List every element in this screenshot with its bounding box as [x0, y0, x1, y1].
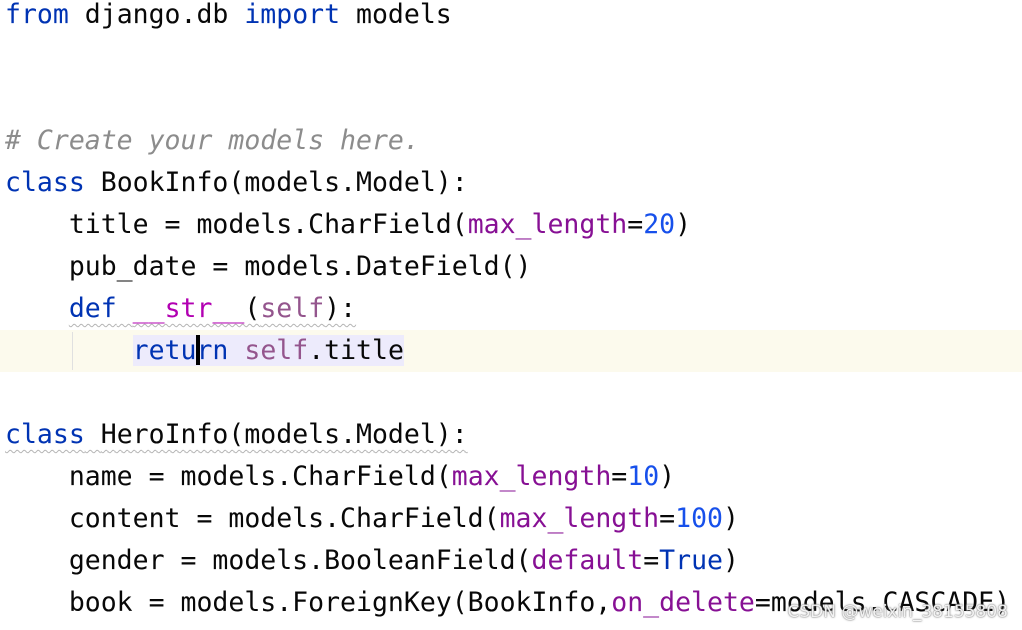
- class-declaration: BookInfo(models.Model):: [84, 167, 468, 198]
- number-literal: 100: [675, 503, 723, 534]
- keyword-argument: on_delete: [611, 587, 755, 618]
- code-line-14[interactable]: gender = models.BooleanField(default=Tru…: [5, 540, 739, 582]
- number-literal: 10: [627, 461, 660, 492]
- code-line-5[interactable]: class BookInfo(models.Model):: [5, 162, 468, 204]
- field-assignment: gender = models.BooleanField(: [5, 545, 532, 576]
- close-paren: ): [659, 461, 676, 492]
- code-line-4[interactable]: # Create your models here.: [5, 120, 420, 162]
- code-line-8[interactable]: def __str__(self):: [5, 288, 356, 330]
- field-assignment: pub_date = models.DateField(): [5, 251, 532, 282]
- equals-sign: =: [627, 209, 644, 240]
- equals-sign: =: [643, 545, 660, 576]
- self-reference: self: [244, 335, 309, 366]
- field-assignment: content = models.CharField(: [5, 503, 500, 534]
- field-assignment: name = models.CharField(: [5, 461, 452, 492]
- keyword-argument: max_length: [451, 461, 612, 492]
- number-literal: 20: [643, 209, 676, 240]
- code-line-7[interactable]: pub_date = models.DateField(): [5, 246, 532, 288]
- code-line-6[interactable]: title = models.CharField(max_length=20): [5, 204, 691, 246]
- dunder-method-name: __str__: [132, 293, 245, 324]
- code-editor[interactable]: from django.db import models # Create yo…: [0, 0, 1022, 630]
- code-line-11[interactable]: class HeroInfo(models.Model):: [5, 414, 468, 456]
- close-paren: ): [722, 545, 739, 576]
- class-declaration: HeroInfo(models.Model):: [100, 419, 468, 450]
- keyword-argument: default: [531, 545, 644, 576]
- keyword-import: import: [244, 0, 341, 30]
- field-assignment: title = models.CharField(: [5, 209, 468, 240]
- highlighted-statement: return self.title: [132, 335, 404, 366]
- close-paren-colon: ):: [324, 293, 357, 324]
- close-paren: ): [722, 503, 739, 534]
- keyword-def: def: [68, 293, 117, 324]
- keyword-true: True: [659, 545, 723, 576]
- keyword-return-part-2: rn: [196, 335, 229, 366]
- code-line-9-current[interactable]: return self.title: [5, 330, 404, 372]
- code-line-1[interactable]: from django.db import models: [5, 0, 452, 36]
- watermark-text: CSDN @weixin_38155808: [787, 602, 1008, 622]
- code-line-13[interactable]: content = models.CharField(max_length=10…: [5, 498, 739, 540]
- keyword-argument: max_length: [467, 209, 628, 240]
- attribute-access: .title: [308, 335, 404, 366]
- keyword-argument: max_length: [499, 503, 660, 534]
- code-line-12[interactable]: name = models.CharField(max_length=10): [5, 456, 675, 498]
- imported-name: models: [340, 0, 452, 30]
- equals-sign: =: [611, 461, 628, 492]
- keyword-from: from: [5, 0, 69, 30]
- keyword-return-part-1: retu: [132, 335, 197, 366]
- comment: # Create your models here.: [5, 125, 420, 156]
- keyword-class: class: [5, 419, 85, 450]
- module-name: django.db: [68, 0, 245, 30]
- self-parameter: self: [260, 293, 325, 324]
- equals-sign: =: [659, 503, 676, 534]
- keyword-class: class: [5, 167, 85, 198]
- open-paren: (: [244, 293, 261, 324]
- close-paren: ): [675, 209, 692, 240]
- field-assignment: book = models.ForeignKey(BookInfo,: [5, 587, 612, 618]
